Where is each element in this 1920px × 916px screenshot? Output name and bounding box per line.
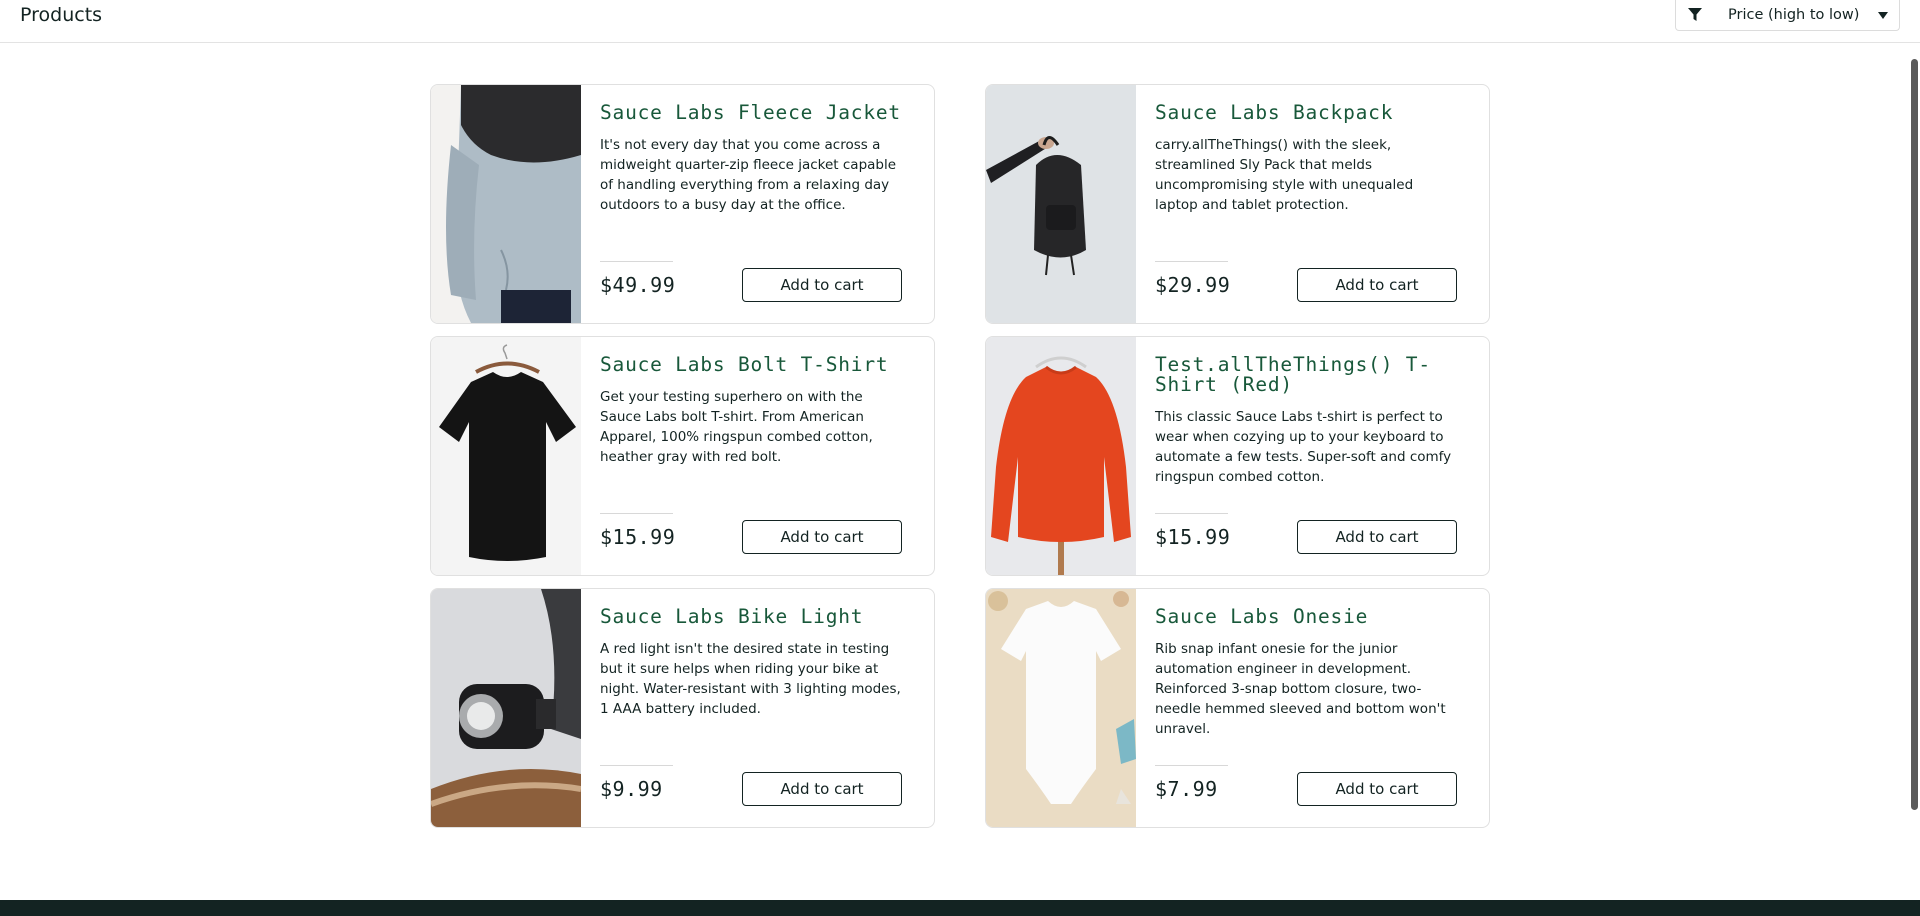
divider [1155,513,1228,514]
product-image[interactable] [431,85,581,323]
onesie-image [986,589,1136,827]
sort-select[interactable]: Price (high to low) [1675,0,1900,31]
product-card: Sauce Labs Bolt T-Shirt Get your testing… [430,336,935,576]
product-card: Sauce Labs Onesie Rib snap infant onesie… [985,588,1490,828]
product-title[interactable]: Sauce Labs Bike Light [600,607,920,627]
add-to-cart-button[interactable]: Add to cart [1297,520,1457,554]
divider [1155,765,1228,766]
divider [600,513,673,514]
product-description: carry.allTheThings() with the sleek, str… [1155,137,1414,213]
product-description: Get your testing superhero on with the S… [600,389,873,465]
add-to-cart-button[interactable]: Add to cart [1297,268,1457,302]
scrollbar-thumb[interactable] [1911,59,1918,810]
product-price: $29.99 [1155,273,1231,297]
product-title[interactable]: Sauce Labs Backpack [1155,103,1475,123]
red-tshirt-image [986,337,1136,575]
backpack-image [986,85,1136,323]
product-price: $7.99 [1155,777,1218,801]
product-price: $15.99 [1155,525,1231,549]
product-card: Test.allTheThings() T-Shirt (Red) This c… [985,336,1490,576]
product-description: Rib snap infant onesie for the junior au… [1155,641,1446,737]
product-title[interactable]: Sauce Labs Bolt T-Shirt [600,355,920,375]
product-price: $15.99 [600,525,676,549]
sort-selected-label: Price (high to low) [1728,7,1860,23]
product-image[interactable] [986,85,1136,323]
bike-light-image [431,589,581,827]
add-to-cart-button[interactable]: Add to cart [742,268,902,302]
chevron-down-icon [1878,12,1888,19]
divider [600,765,673,766]
product-image[interactable] [431,589,581,827]
product-image[interactable] [986,589,1136,827]
bolt-tshirt-image [431,337,581,575]
product-card: Sauce Labs Bike Light A red light isn't … [430,588,935,828]
product-image[interactable] [431,337,581,575]
fleece-jacket-image [431,85,581,323]
product-title[interactable]: Sauce Labs Fleece Jacket [600,103,920,123]
add-to-cart-button[interactable]: Add to cart [742,520,902,554]
product-card: Sauce Labs Backpack carry.allTheThings()… [985,84,1490,324]
product-title[interactable]: Test.allTheThings() T-Shirt (Red) [1155,355,1475,395]
divider [1155,261,1228,262]
product-price: $9.99 [600,777,663,801]
add-to-cart-button[interactable]: Add to cart [742,772,902,806]
filter-icon [1688,8,1702,21]
header: Products Price (high to low) [0,0,1920,43]
product-title[interactable]: Sauce Labs Onesie [1155,607,1475,627]
product-price: $49.99 [600,273,676,297]
footer [0,900,1920,916]
product-description: A red light isn't the desired state in t… [600,641,901,717]
product-image[interactable] [986,337,1136,575]
add-to-cart-button[interactable]: Add to cart [1297,772,1457,806]
product-card: Sauce Labs Fleece Jacket It's not every … [430,84,935,324]
divider [600,261,673,262]
product-description: It's not every day that you come across … [600,137,897,213]
page-title: Products [20,4,103,26]
product-description: This classic Sauce Labs t-shirt is perfe… [1155,409,1452,485]
